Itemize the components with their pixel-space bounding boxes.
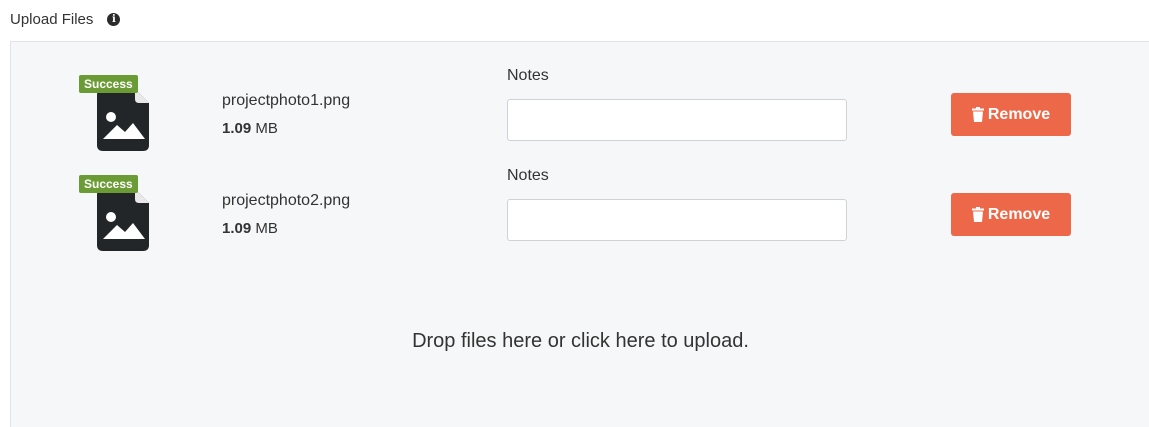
file-size: 1.09 MB <box>222 120 278 137</box>
success-badge: Success <box>79 75 138 93</box>
notes-label: Notes <box>507 67 549 84</box>
dropzone-message[interactable]: Drop files here or click here to upload. <box>11 330 1149 353</box>
file-row: Success projectphoto2.png 1.09 MB Notes … <box>11 142 1149 251</box>
file-preview: Success <box>79 75 154 151</box>
image-file-icon <box>97 189 149 251</box>
success-badge: Success <box>79 175 138 193</box>
upload-files-title: Upload Files <box>10 10 94 28</box>
remove-button[interactable]: Remove <box>951 193 1071 236</box>
remove-button[interactable]: Remove <box>951 93 1071 136</box>
trash-icon <box>971 107 984 122</box>
file-preview: Success <box>79 175 154 251</box>
notes-input[interactable] <box>507 99 847 141</box>
upload-dropzone[interactable]: Success projectphoto1.png 1.09 MB Notes … <box>10 41 1149 427</box>
upload-files-header: Upload Files i <box>10 8 121 30</box>
info-icon[interactable]: i <box>107 12 121 26</box>
notes-label: Notes <box>507 167 549 184</box>
file-name: projectphoto1.png <box>222 92 351 109</box>
file-size: 1.09 MB <box>222 220 278 237</box>
file-row: Success projectphoto1.png 1.09 MB Notes … <box>11 42 1149 151</box>
notes-input[interactable] <box>507 199 847 241</box>
trash-icon <box>971 207 984 222</box>
file-name: projectphoto2.png <box>222 192 351 209</box>
